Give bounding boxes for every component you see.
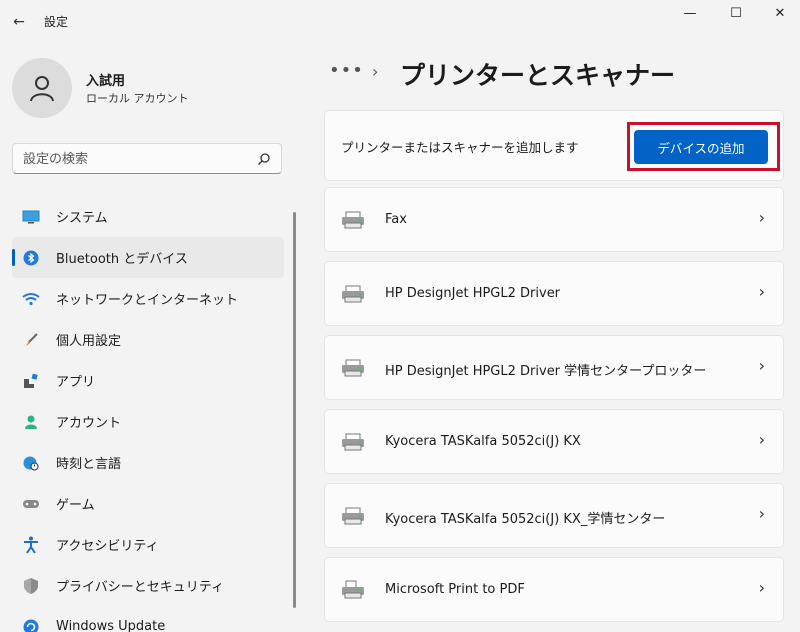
chevron-right-icon: › [758,356,765,375]
pdf-printer-icon [342,580,364,599]
maximize-button[interactable]: ☐ [714,4,758,24]
sidebar-item-label: 時刻と言語 [56,457,122,472]
page-title: プリンターとスキャナー [400,61,676,90]
app-title: 設定 [44,15,69,29]
back-arrow-icon[interactable]: ← [8,12,30,32]
search-box[interactable] [12,143,282,174]
display-icon [22,208,40,226]
printer-icon [342,433,364,451]
sidebar-item-label: アカウント [56,416,122,431]
title-bar: ← 設定 — ☐ ✕ [0,0,800,44]
add-device-button[interactable]: デバイスの追加 [634,130,768,164]
wifi-icon [22,290,40,308]
chevron-right-icon: › [758,578,765,597]
sidebar-item-windows-update[interactable]: Windows Update [12,606,284,632]
chevron-right-icon: › [758,208,765,227]
device-name: Microsoft Print to PDF [385,582,525,597]
globe-clock-icon [22,454,40,472]
fax-icon [342,211,364,229]
person-icon [22,413,40,431]
device-row-kyocera[interactable]: Kyocera TASKalfa 5052ci(J) KX › [324,409,784,474]
sidebar-item-privacy-security[interactable]: プライバシーとセキュリティ [12,565,284,606]
device-row-hp-designjet[interactable]: HP DesignJet HPGL2 Driver › [324,261,784,326]
device-name: Fax [385,212,407,227]
printer-icon [342,359,364,377]
user-account-type: ローカル アカウント [86,92,189,105]
sidebar-item-label: Windows Update [56,619,166,632]
shield-icon [22,577,40,595]
avatar[interactable] [12,58,72,118]
search-input[interactable] [23,150,253,168]
sidebar-item-apps[interactable]: アプリ [12,360,284,401]
minimize-button[interactable]: — [668,4,712,24]
sidebar-nav: システム Bluetooth とデバイス ネットワークとインターネット 個人用設… [12,196,284,632]
device-row-fax[interactable]: Fax › [324,187,784,252]
sidebar-item-personalization[interactable]: 個人用設定 [12,319,284,360]
search-icon[interactable] [257,152,271,166]
sidebar-item-bluetooth[interactable]: Bluetooth とデバイス [12,237,284,278]
device-name: HP DesignJet HPGL2 Driver 学情センタープロッター [385,364,707,379]
gamepad-icon [22,495,40,513]
sidebar-item-accessibility[interactable]: アクセシビリティ [12,524,284,565]
add-device-description: プリンターまたはスキャナーを追加します [341,140,579,155]
sidebar-item-accounts[interactable]: アカウント [12,401,284,442]
sidebar-item-label: プライバシーとセキュリティ [56,580,224,595]
sidebar-item-system[interactable]: システム [12,196,284,237]
chevron-right-icon: › [758,282,765,301]
sidebar-item-label: アクセシビリティ [56,539,159,554]
bluetooth-icon [22,249,40,267]
device-row-kyocera-center[interactable]: Kyocera TASKalfa 5052ci(J) KX_学情センター › [324,483,784,548]
user-name: 入試用 [86,74,126,89]
device-row-microsoft-pdf[interactable]: Microsoft Print to PDF › [324,557,784,622]
sidebar-item-time-language[interactable]: 時刻と言語 [12,442,284,483]
sidebar-item-label: ゲーム [56,498,95,513]
device-row-hp-designjet-plotter[interactable]: HP DesignJet HPGL2 Driver 学情センタープロッター › [324,335,784,400]
sidebar-item-label: アプリ [56,375,96,390]
person-icon [30,76,54,102]
chevron-right-icon: › [758,504,765,523]
breadcrumb-more-button[interactable]: ••• [329,60,364,81]
sidebar-scrollbar[interactable] [293,212,296,608]
add-device-card: プリンターまたはスキャナーを追加します デバイスの追加 [324,110,784,181]
sidebar-item-label: Bluetooth とデバイス [56,252,188,267]
sidebar-item-gaming[interactable]: ゲーム [12,483,284,524]
accessibility-icon [22,536,40,554]
chevron-right-icon: › [758,430,765,449]
sidebar-item-label: システム [56,211,108,226]
printer-icon [342,285,364,303]
printer-icon [342,507,364,525]
sidebar-item-label: ネットワークとインターネット [56,293,239,308]
sidebar-item-label: 個人用設定 [56,334,122,349]
device-name: HP DesignJet HPGL2 Driver [385,286,561,301]
update-icon [22,618,40,632]
brush-icon [22,331,40,349]
apps-icon [22,372,40,390]
device-name: Kyocera TASKalfa 5052ci(J) KX_学情センター [385,512,666,527]
sidebar-item-network[interactable]: ネットワークとインターネット [12,278,284,319]
device-name: Kyocera TASKalfa 5052ci(J) KX [385,434,581,449]
close-button[interactable]: ✕ [758,4,800,24]
breadcrumb-chevron-icon: › [372,62,379,81]
